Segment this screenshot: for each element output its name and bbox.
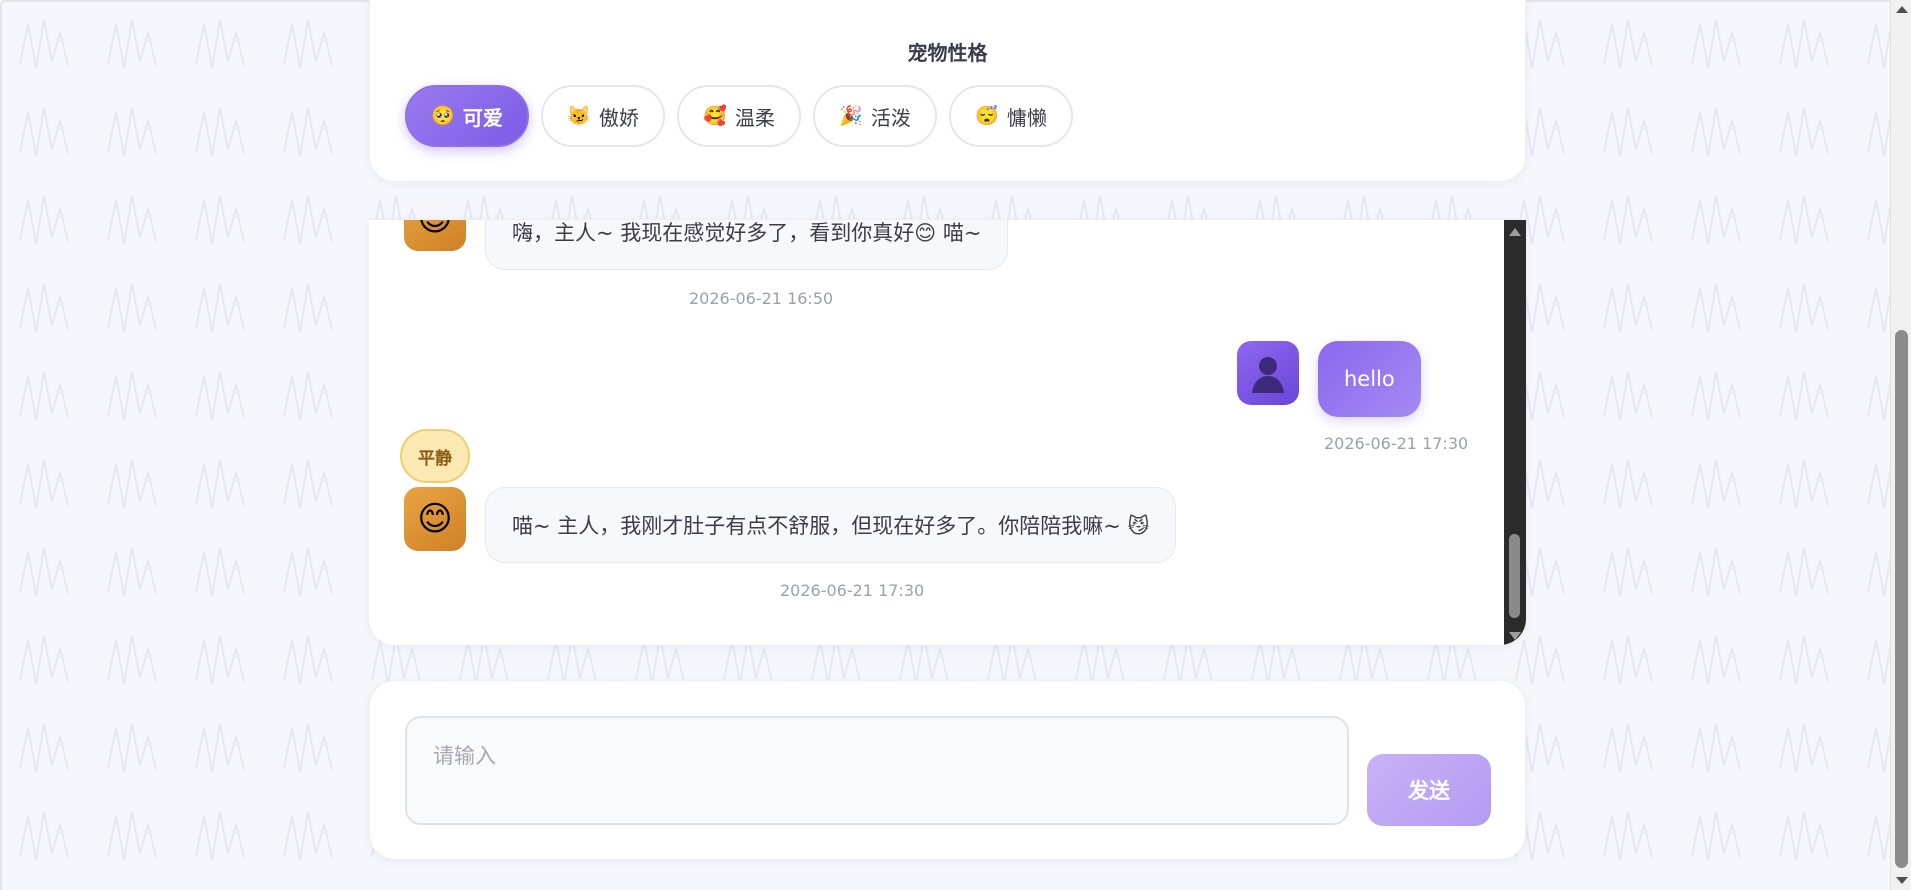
page-scrollbar-thumb[interactable] <box>1895 330 1908 868</box>
message-timestamp: 2026-06-21 17:30 <box>780 581 925 600</box>
personality-option-label: 活泼 <box>870 107 911 130</box>
message-timestamp: 2026-06-21 16:50 <box>689 289 834 308</box>
personality-option-tsundere[interactable]: 😼 傲娇 <box>541 85 665 147</box>
pet-avatar: 😊 <box>404 487 466 551</box>
personality-option-label: 温柔 <box>734 107 775 130</box>
mood-badge: 平静 <box>400 429 470 483</box>
message-input[interactable] <box>405 716 1349 825</box>
page-scrollbar[interactable] <box>1890 0 1911 890</box>
user-message-bubble: hello <box>1318 341 1421 417</box>
personality-option-lively[interactable]: 🎉 活泼 <box>813 85 937 147</box>
scroll-up-arrow-icon[interactable] <box>1896 6 1908 13</box>
scroll-down-arrow-icon[interactable] <box>1896 877 1908 884</box>
message-text: hello <box>1344 367 1395 391</box>
personality-options: 🥺 可爱 😼 傲娇 🥰 温柔 🎉 活泼 😴 慵懒 <box>405 85 1073 147</box>
chat-scrollbar-thumb[interactable] <box>1509 534 1520 618</box>
scroll-down-arrow-icon[interactable] <box>1509 632 1521 640</box>
smiling-face-icon: 😊 <box>417 499 453 539</box>
personality-option-label: 傲娇 <box>598 107 639 130</box>
pet-message-bubble: 喵~ 主人，我刚才肚子有点不舒服，但现在好多了。你陪陪我嘛~ 😼 <box>485 487 1177 563</box>
personality-panel: 宠物性格 🥺 可爱 😼 傲娇 🥰 温柔 🎉 活泼 😴 慵懒 <box>369 0 1526 182</box>
message-text: 嗨，主人~ 我现在感觉好多了，看到你真好😊 喵~ <box>512 221 982 245</box>
sleeping-face-icon: 😴 <box>975 106 999 127</box>
page-background: 宠物性格 🥺 可爱 😼 傲娇 🥰 温柔 🎉 活泼 😴 慵懒 😊 嗨，主人~ 我现… <box>0 0 1890 890</box>
smirking-cat-icon: 😼 <box>567 106 591 127</box>
party-popper-icon: 🎉 <box>839 106 863 127</box>
pet-avatar: 😊 <box>404 219 466 251</box>
personality-option-cute[interactable]: 🥺 可爱 <box>405 85 529 147</box>
personality-title: 宠物性格 <box>907 41 988 65</box>
personality-option-label: 可爱 <box>462 107 503 130</box>
message-composer: 发送 <box>369 680 1526 860</box>
user-silhouette-icon <box>1252 357 1284 393</box>
message-timestamp: 2026-06-21 17:30 <box>1324 434 1469 453</box>
smiling-face-icon: 😊 <box>417 219 453 239</box>
scroll-up-arrow-icon[interactable] <box>1509 228 1521 236</box>
pleading-face-icon: 🥺 <box>431 106 455 127</box>
personality-option-lazy[interactable]: 😴 慵懒 <box>949 85 1073 147</box>
chat-scrollbar[interactable] <box>1504 220 1526 645</box>
personality-option-label: 慵懒 <box>1006 107 1047 130</box>
message-text: 喵~ 主人，我刚才肚子有点不舒服，但现在好多了。你陪陪我嘛~ 😼 <box>512 514 1150 538</box>
pet-message-bubble: 嗨，主人~ 我现在感觉好多了，看到你真好😊 喵~ <box>485 220 1009 270</box>
send-button[interactable]: 发送 <box>1367 754 1491 826</box>
user-avatar <box>1237 341 1299 405</box>
smiling-hearts-face-icon: 🥰 <box>703 106 727 127</box>
personality-option-gentle[interactable]: 🥰 温柔 <box>677 85 801 147</box>
chat-message-list[interactable]: 😊 嗨，主人~ 我现在感觉好多了，看到你真好😊 喵~ 2026-06-21 16… <box>369 219 1526 645</box>
